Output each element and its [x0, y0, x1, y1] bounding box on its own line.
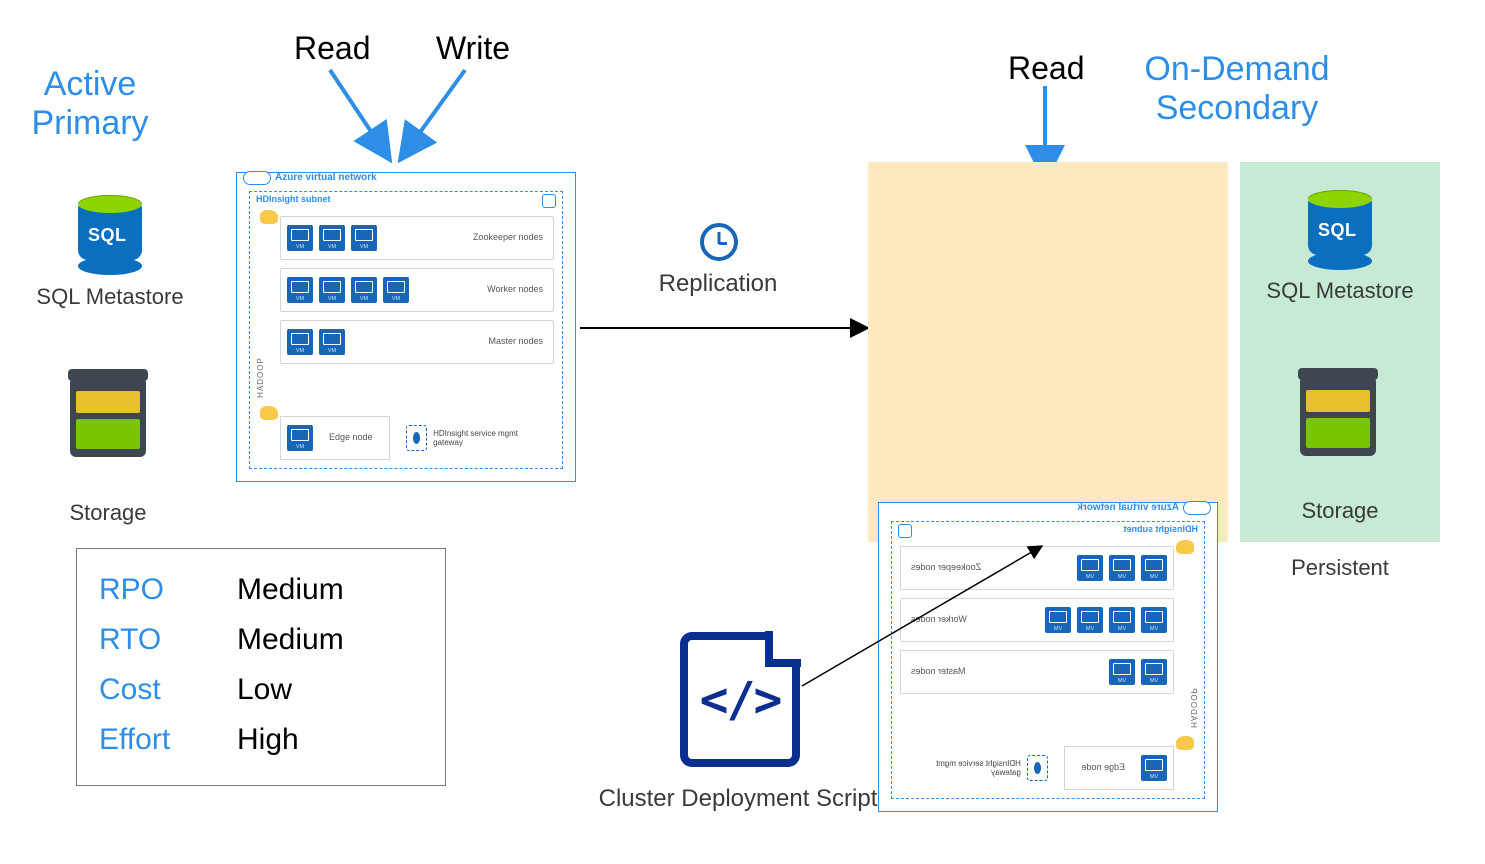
storage-icon-right — [1298, 364, 1378, 456]
hadoop-elephant-icon — [260, 210, 278, 224]
edge-row: Edge node — [280, 416, 390, 460]
vm-icon — [319, 277, 345, 303]
master-row: Master nodes — [280, 320, 554, 364]
script-icon: </> — [680, 632, 800, 767]
vm-icon — [1141, 607, 1167, 633]
hadoop-elephant-icon — [1176, 540, 1194, 554]
hadoop-label: HADOOP — [256, 357, 265, 398]
metrics-row: RPOMedium — [99, 565, 423, 615]
vm-icon — [1141, 659, 1167, 685]
label-replication: Replication — [648, 270, 788, 298]
label-sql-metastore-right: SQL Metastore — [1265, 278, 1415, 304]
vm-icon — [1141, 555, 1167, 581]
vm-icon — [1141, 755, 1167, 781]
title-ondemand-secondary: On-Demand Secondary — [1122, 50, 1352, 128]
subnet-title: HDInsight subnet — [1124, 524, 1199, 534]
vm-icon — [287, 329, 313, 355]
label-storage-right: Storage — [1290, 498, 1390, 524]
mgmt-gateway: HDInsight service mgmt gateway — [928, 746, 1048, 790]
mgmt-gateway: HDInsight service mgmt gateway — [406, 416, 526, 460]
lock-icon — [542, 194, 556, 208]
label-sql-metastore-left: SQL Metastore — [35, 284, 185, 310]
metrics-row: EffortHigh — [99, 715, 423, 765]
metrics-row: CostLow — [99, 665, 423, 715]
label-storage-left: Storage — [58, 500, 158, 526]
subnet-title: HDInsight subnet — [256, 194, 331, 204]
gateway-icon — [1027, 755, 1048, 781]
arrows-rw-left — [300, 60, 520, 180]
vm-icon — [1077, 555, 1103, 581]
clock-icon — [700, 223, 738, 261]
vm-icon — [287, 425, 313, 451]
arrow-replication — [580, 318, 880, 338]
vm-icon — [1077, 607, 1103, 633]
sql-icon-left: SQL — [70, 195, 150, 275]
storage-icon-left — [68, 365, 148, 457]
hadoop-elephant-icon — [260, 406, 278, 420]
vm-icon — [383, 277, 409, 303]
label-read-right: Read — [1008, 50, 1085, 87]
metrics-table: RPOMedium RTOMedium CostLow EffortHigh — [76, 548, 446, 786]
metrics-row: RTOMedium — [99, 615, 423, 665]
sql-icon-right: SQL — [1300, 190, 1380, 270]
worker-row: Worker nodes — [280, 268, 554, 312]
vnet-title: Azure virtual network — [1077, 502, 1179, 513]
label-persistent: Persistent — [1280, 555, 1400, 581]
label-script: Cluster Deployment Script — [588, 785, 888, 813]
edge-row: Edge node — [1064, 746, 1174, 790]
vnet-title: Azure virtual network — [275, 172, 377, 183]
gateway-icon — [406, 425, 427, 451]
cloud-icon — [243, 171, 271, 185]
vm-icon — [287, 225, 313, 251]
vm-icon — [319, 329, 345, 355]
arrow-script-to-secondary — [802, 536, 1062, 696]
hadoop-elephant-icon — [1176, 736, 1194, 750]
zookeeper-row: Zookeeper nodes — [280, 216, 554, 260]
vm-icon — [351, 277, 377, 303]
vm-icon — [287, 277, 313, 303]
vm-icon — [351, 225, 377, 251]
vm-icon — [1109, 555, 1135, 581]
primary-cluster-vnet: Azure virtual network HDInsight subnet H… — [236, 172, 576, 482]
vm-icon — [319, 225, 345, 251]
hadoop-label: HADOOP — [1189, 687, 1198, 728]
cloud-icon — [1183, 501, 1211, 515]
vm-icon — [1109, 607, 1135, 633]
ondemand-container — [868, 162, 1228, 542]
vm-icon — [1109, 659, 1135, 685]
title-active-primary: Active Primary — [10, 65, 170, 143]
